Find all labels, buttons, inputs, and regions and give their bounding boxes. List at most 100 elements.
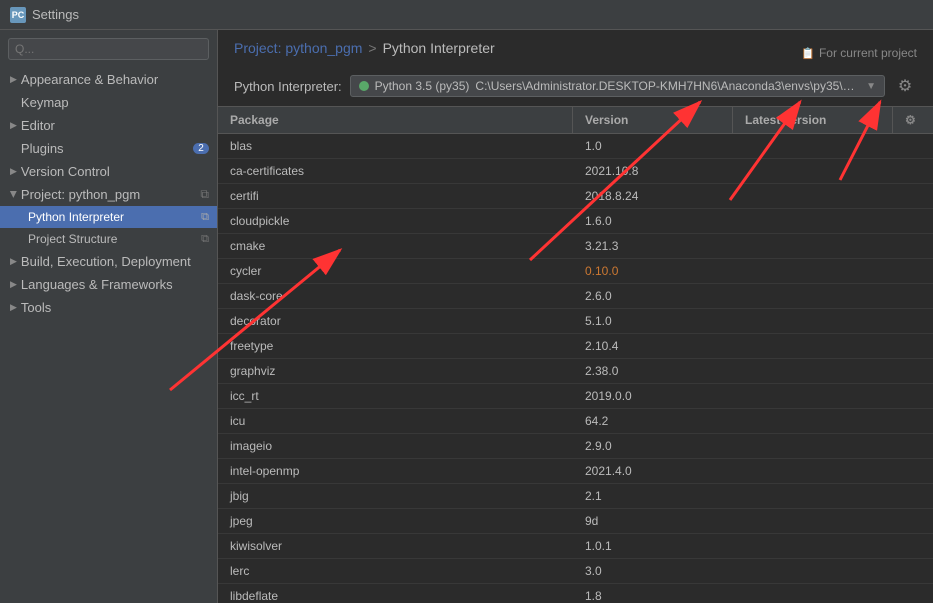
sidebar-item-label: Python Interpreter bbox=[28, 210, 201, 224]
package-version: 2018.8.24 bbox=[573, 184, 733, 208]
package-name: icu bbox=[218, 409, 573, 433]
sidebar: ▶ Appearance & Behavior ▶ Keymap ▶ Edito… bbox=[0, 30, 218, 603]
table-row[interactable]: kiwisolver1.0.1 bbox=[218, 534, 933, 559]
row-actions bbox=[893, 409, 933, 433]
breadcrumb-current: Python Interpreter bbox=[383, 40, 495, 56]
expand-arrow: ▶ bbox=[10, 166, 17, 177]
sidebar-item-plugins[interactable]: ▶ Plugins 2 bbox=[0, 137, 217, 160]
table-row[interactable]: intel-openmp2021.4.0 bbox=[218, 459, 933, 484]
row-actions bbox=[893, 534, 933, 558]
table-row[interactable]: cmake3.21.3 bbox=[218, 234, 933, 259]
package-version: 2021.10.8 bbox=[573, 159, 733, 183]
package-latest bbox=[733, 359, 893, 383]
sidebar-item-label: Appearance & Behavior bbox=[21, 72, 158, 87]
package-name: decorator bbox=[218, 309, 573, 333]
package-version: 9d bbox=[573, 509, 733, 533]
table-row[interactable]: icu64.2 bbox=[218, 409, 933, 434]
sidebar-item-project[interactable]: ▶ Project: python_pgm ⧉ bbox=[0, 183, 217, 206]
row-actions bbox=[893, 134, 933, 158]
row-actions bbox=[893, 209, 933, 233]
package-version: 3.21.3 bbox=[573, 234, 733, 258]
table-row[interactable]: graphviz2.38.0 bbox=[218, 359, 933, 384]
row-actions bbox=[893, 459, 933, 483]
interpreter-row: Python Interpreter: Python 3.5 (py35) C:… bbox=[234, 74, 917, 98]
package-latest bbox=[733, 434, 893, 458]
sidebar-item-label: Editor bbox=[21, 118, 55, 133]
package-name: lerc bbox=[218, 559, 573, 583]
project-copy-icon: ⧉ bbox=[200, 187, 209, 202]
sidebar-item-languages[interactable]: ▶ Languages & Frameworks bbox=[0, 273, 217, 296]
package-latest bbox=[733, 209, 893, 233]
package-name: cloudpickle bbox=[218, 209, 573, 233]
plugins-badge: 2 bbox=[193, 143, 209, 154]
expand-arrow: ▶ bbox=[10, 120, 17, 131]
table-row[interactable]: cycler0.10.0 bbox=[218, 259, 933, 284]
interpreter-settings-button[interactable]: ⚙ bbox=[893, 74, 917, 98]
table-row[interactable]: ca-certificates2021.10.8 bbox=[218, 159, 933, 184]
sidebar-item-project-structure[interactable]: Project Structure ⧉ bbox=[0, 228, 217, 250]
row-actions bbox=[893, 484, 933, 508]
package-version: 1.8 bbox=[573, 584, 733, 603]
row-actions bbox=[893, 584, 933, 603]
package-version: 3.0 bbox=[573, 559, 733, 583]
package-latest bbox=[733, 459, 893, 483]
sidebar-item-label: Project Structure bbox=[28, 232, 201, 246]
col-version[interactable]: Version bbox=[573, 107, 733, 133]
interpreter-label: Python Interpreter: bbox=[234, 79, 342, 94]
expand-arrow: ▶ bbox=[10, 256, 17, 267]
col-actions: ⚙ bbox=[893, 107, 933, 133]
structure-copy-icon: ⧉ bbox=[201, 233, 209, 246]
breadcrumb-project[interactable]: Project: python_pgm bbox=[234, 40, 362, 56]
interpreter-name: Python 3.5 (py35) bbox=[375, 79, 470, 93]
sidebar-item-version-control[interactable]: ▶ Version Control bbox=[0, 160, 217, 183]
table-row[interactable]: imageio2.9.0 bbox=[218, 434, 933, 459]
table-row[interactable]: certifi2018.8.24 bbox=[218, 184, 933, 209]
table-row[interactable]: blas1.0 bbox=[218, 134, 933, 159]
table-header: Package Version Latest version ⚙ bbox=[218, 107, 933, 134]
table-row[interactable]: dask-core2.6.0 bbox=[218, 284, 933, 309]
package-version: 1.6.0 bbox=[573, 209, 733, 233]
sidebar-item-python-interpreter[interactable]: Python Interpreter ⧉ bbox=[0, 206, 217, 228]
sidebar-item-editor[interactable]: ▶ Editor bbox=[0, 114, 217, 137]
row-actions bbox=[893, 234, 933, 258]
package-version: 64.2 bbox=[573, 409, 733, 433]
col-package[interactable]: Package bbox=[218, 107, 573, 133]
row-actions bbox=[893, 159, 933, 183]
table-row[interactable]: freetype2.10.4 bbox=[218, 334, 933, 359]
table-row[interactable]: jbig2.1 bbox=[218, 484, 933, 509]
sidebar-item-appearance[interactable]: ▶ Appearance & Behavior bbox=[0, 68, 217, 91]
sidebar-item-tools[interactable]: ▶ Tools bbox=[0, 296, 217, 319]
package-version: 2021.4.0 bbox=[573, 459, 733, 483]
row-actions bbox=[893, 309, 933, 333]
package-latest bbox=[733, 534, 893, 558]
interpreter-selector[interactable]: Python 3.5 (py35) C:\Users\Administrator… bbox=[350, 75, 885, 97]
for-current-project: 📋 For current project bbox=[801, 46, 917, 60]
table-row[interactable]: icc_rt2019.0.0 bbox=[218, 384, 933, 409]
sidebar-item-label: Plugins bbox=[21, 141, 64, 156]
interpreter-path: C:\Users\Administrator.DESKTOP-KMH7HN6\A… bbox=[475, 79, 860, 93]
table-row[interactable]: cloudpickle1.6.0 bbox=[218, 209, 933, 234]
package-latest bbox=[733, 259, 893, 283]
table-row[interactable]: decorator5.1.0 bbox=[218, 309, 933, 334]
table-row[interactable]: lerc3.0 bbox=[218, 559, 933, 584]
main-layout: ▶ Appearance & Behavior ▶ Keymap ▶ Edito… bbox=[0, 30, 933, 603]
sidebar-item-keymap[interactable]: ▶ Keymap bbox=[0, 91, 217, 114]
package-name: imageio bbox=[218, 434, 573, 458]
table-row[interactable]: libdeflate1.8 bbox=[218, 584, 933, 603]
package-name: graphviz bbox=[218, 359, 573, 383]
package-latest bbox=[733, 484, 893, 508]
sidebar-item-build[interactable]: ▶ Build, Execution, Deployment bbox=[0, 250, 217, 273]
sidebar-item-label: Languages & Frameworks bbox=[21, 277, 173, 292]
window-title: Settings bbox=[32, 7, 79, 22]
table-row[interactable]: jpeg9d bbox=[218, 509, 933, 534]
package-name: cycler bbox=[218, 259, 573, 283]
col-latest[interactable]: Latest version bbox=[733, 107, 893, 133]
settings-icon[interactable]: ⚙ bbox=[905, 113, 916, 127]
package-latest bbox=[733, 284, 893, 308]
expand-arrow: ▶ bbox=[8, 191, 19, 198]
package-latest bbox=[733, 134, 893, 158]
package-version: 2.6.0 bbox=[573, 284, 733, 308]
breadcrumb: Project: python_pgm > Python Interpreter bbox=[234, 40, 495, 56]
package-name: certifi bbox=[218, 184, 573, 208]
search-input[interactable] bbox=[8, 38, 209, 60]
